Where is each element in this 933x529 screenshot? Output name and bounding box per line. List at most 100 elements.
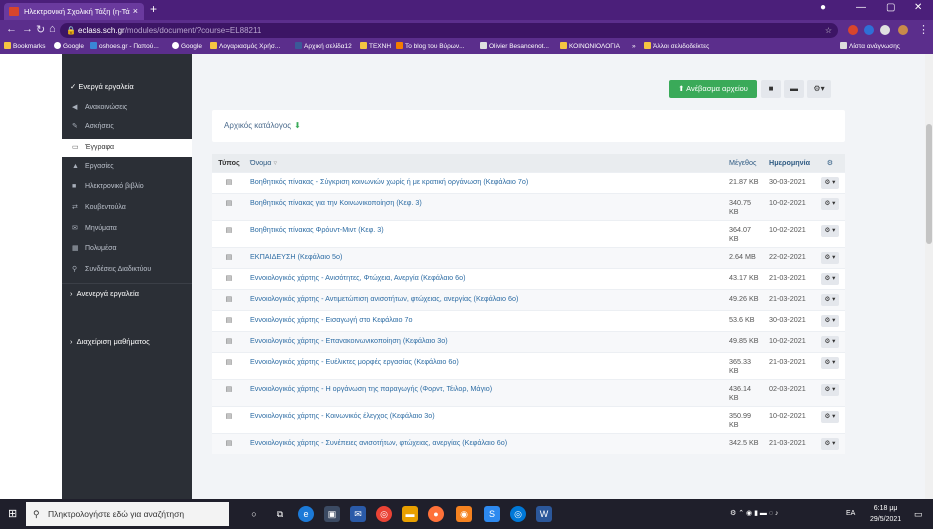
bookmark-item[interactable]: oshoes.gr - Παπού...: [90, 40, 159, 54]
mail-icon[interactable]: ✉: [350, 506, 366, 522]
sidebar-item-documents[interactable]: ▭ Έγγραφα: [62, 139, 192, 157]
bookmark-star-icon[interactable]: ☆: [825, 23, 832, 38]
bookmark-item[interactable]: ΤΕΧΝΗ: [360, 40, 391, 54]
document-link[interactable]: Εννοιολογικός χάρτης - Επανακοινωνικοποί…: [246, 330, 725, 352]
bookmark-item[interactable]: Google: [54, 40, 84, 54]
app-icon[interactable]: ◎: [510, 506, 526, 522]
reading-list-button[interactable]: Λίστα ανάγνωσης: [840, 40, 900, 54]
sidebar-item-assignments[interactable]: ▲ Εργασίες: [62, 158, 192, 176]
task-view-icon[interactable]: ⧉: [272, 506, 288, 522]
sidebar-item-messages[interactable]: ✉ Μηνύματα: [62, 220, 192, 238]
firefox-icon[interactable]: ●: [428, 506, 444, 522]
new-document-button[interactable]: ■: [761, 80, 781, 98]
maximize-window-button[interactable]: ▢: [886, 2, 895, 13]
language-indicator[interactable]: EA: [846, 499, 855, 529]
bookmark-item[interactable]: To blog του Βύρων...: [396, 40, 465, 54]
size-column-header[interactable]: Μέγεθος: [725, 154, 765, 172]
store-icon[interactable]: ▣: [324, 506, 340, 522]
document-link[interactable]: Βοηθητικός πίνακας για την Κοινωνικοποίη…: [246, 192, 725, 220]
page-scrollbar[interactable]: [925, 54, 933, 499]
extension-icon[interactable]: [864, 25, 874, 35]
app-icon[interactable]: ◉: [456, 506, 472, 522]
sidebar-item-ebook[interactable]: ■ Ηλεκτρονικό βιβλίο: [62, 178, 192, 196]
document-link[interactable]: Εννοιολογικός χάρτης - Αντιμετώπιση ανισ…: [246, 288, 725, 310]
close-window-button[interactable]: ✕: [914, 2, 922, 13]
new-tab-button[interactable]: +: [150, 2, 157, 16]
row-actions-button[interactable]: ⚙ ▾: [821, 314, 839, 327]
bookmark-item[interactable]: Αρχική σελίδα12: [295, 40, 352, 54]
document-link[interactable]: Βοηθητικός πίνακας Φρόυντ-Μιντ (Κεφ. 3): [246, 219, 725, 247]
row-actions-button[interactable]: ⚙ ▾: [821, 251, 839, 264]
word-icon[interactable]: W: [536, 506, 552, 522]
course-admin-header[interactable]: › Διαχείριση μαθήματος: [62, 332, 192, 352]
taskbar-search-input[interactable]: ⚲ Πληκτρολογήστε εδώ για αναζήτηση: [26, 502, 229, 526]
extension-icon[interactable]: [848, 25, 858, 35]
document-link[interactable]: Εννοιολογικός χάρτης - Εισαγωγή στο Κεφά…: [246, 309, 725, 331]
back-arrow-icon[interactable]: ←: [6, 23, 17, 35]
bookmark-folder[interactable]: Άλλοι σελιδοδείκτες: [644, 40, 709, 54]
sidebar-item-web-links[interactable]: ⚲ Συνδέσεις Διαδικτύου: [62, 261, 192, 279]
app-icon[interactable]: S: [484, 506, 500, 522]
document-link[interactable]: Εννοιολογικός χάρτης - Συνέπειες ανισοτή…: [246, 432, 725, 454]
forward-arrow-icon[interactable]: →: [22, 23, 33, 35]
document-size: 364.07 KB: [725, 219, 765, 247]
new-folder-button[interactable]: ▬: [784, 80, 804, 98]
document-link[interactable]: Εννοιολογικός χάρτης - Η οργάνωση της πα…: [246, 378, 725, 406]
reload-icon[interactable]: ↻: [36, 23, 45, 36]
bookmark-item[interactable]: ΚΟΙΝΩΝΙΟΛΟΓΙΑ: [560, 40, 620, 54]
notifications-icon[interactable]: ▭: [914, 499, 923, 529]
sidebar-item-chat[interactable]: ⇄ Κουβεντούλα: [62, 199, 192, 217]
date-column-header[interactable]: Ημερομηνία: [765, 154, 815, 172]
row-actions-button[interactable]: ⚙ ▾: [821, 197, 839, 210]
active-tools-header[interactable]: ✓ Ενεργά εργαλεία: [62, 77, 192, 97]
document-link[interactable]: Βοηθητικός πίνακας - Σύγκριση κοινωνιών …: [246, 171, 725, 193]
row-actions-button[interactable]: ⚙ ▾: [821, 224, 839, 237]
download-icon[interactable]: ⬇: [294, 121, 301, 130]
taskbar-clock[interactable]: 6:18 μμ 29/5/2021: [870, 503, 901, 525]
document-link[interactable]: Εννοιολογικός χάρτης - Ανισότητες, Φτώχε…: [246, 267, 725, 289]
profile-avatar[interactable]: [898, 25, 908, 35]
browser-tab[interactable]: Ηλεκτρονική Σχολική Τάξη (η-Τά ×: [4, 3, 144, 20]
home-icon[interactable]: ⌂: [49, 23, 56, 35]
name-column-header[interactable]: Όνομα ▿: [246, 154, 725, 172]
row-actions-button[interactable]: ⚙ ▾: [821, 176, 839, 189]
profile-icon[interactable]: ●: [820, 2, 826, 13]
windows-taskbar: ⊞ ⚲ Πληκτρολογήστε εδώ για αναζήτηση ○ ⧉…: [0, 499, 933, 529]
breadcrumb-root-link[interactable]: Αρχικός κατάλογος: [224, 121, 291, 130]
file-explorer-icon[interactable]: ▬: [402, 506, 418, 522]
bookmark-item[interactable]: Λογαριασμός Χρήσ...: [210, 40, 280, 54]
row-actions-button[interactable]: ⚙ ▾: [821, 383, 839, 396]
row-actions-button[interactable]: ⚙ ▾: [821, 272, 839, 285]
system-tray-icons[interactable]: ⚙ ⌃ ◉ ▮ ▬ ◌ ♪: [730, 499, 778, 529]
row-actions-button[interactable]: ⚙ ▾: [821, 356, 839, 369]
chrome-icon[interactable]: ◎: [376, 506, 392, 522]
extensions-puzzle-icon[interactable]: [880, 25, 890, 35]
sidebar-item-exercises[interactable]: ✎ Ασκήσεις: [62, 118, 192, 136]
bookmark-item[interactable]: Bookmarks: [4, 40, 46, 54]
bookmarks-overflow-button[interactable]: »: [632, 40, 636, 54]
bookmark-item[interactable]: Olivier Besancenot...: [480, 40, 549, 54]
settings-dropdown-button[interactable]: ⚙▾: [807, 80, 831, 98]
sidebar-item-announcements[interactable]: ◀ Ανακοινώσεις: [62, 99, 192, 117]
bookmark-item[interactable]: Google: [172, 40, 202, 54]
url-input[interactable]: 🔒 eclass.sch.gr/modules/document/?course…: [60, 23, 838, 38]
cortana-icon[interactable]: ○: [246, 506, 262, 522]
document-date: 30-03-2021: [765, 309, 815, 331]
tab-close-button[interactable]: ×: [133, 3, 138, 20]
document-size: 342.5 KB: [725, 432, 765, 454]
document-link[interactable]: Εννοιολογικός χάρτης - Ευέλικτες μορφές …: [246, 351, 725, 379]
document-link[interactable]: Εννοιολογικός χάρτης - Κοινωνικός έλεγχο…: [246, 405, 725, 433]
edge-icon[interactable]: e: [298, 506, 314, 522]
document-link[interactable]: ΕΚΠΑΙΔΕΥΣΗ (Κεφάλαιο 5ο): [246, 246, 725, 268]
row-actions-button[interactable]: ⚙ ▾: [821, 335, 839, 348]
sidebar-item-multimedia[interactable]: ▦ Πολυμέσα: [62, 240, 192, 258]
browser-menu-icon[interactable]: ⋮: [918, 23, 929, 36]
inactive-tools-header[interactable]: › Ανενεργά εργαλεία: [62, 283, 192, 303]
row-actions-button[interactable]: ⚙ ▾: [821, 293, 839, 306]
upload-file-button[interactable]: ⬆ Ανέβασμα αρχείου: [669, 80, 757, 98]
windows-start-icon[interactable]: ⊞: [8, 508, 20, 520]
minimize-window-button[interactable]: —: [856, 2, 866, 13]
row-actions-button[interactable]: ⚙ ▾: [821, 410, 839, 423]
row-actions-button[interactable]: ⚙ ▾: [821, 437, 839, 450]
scrollbar-thumb[interactable]: [926, 124, 932, 244]
